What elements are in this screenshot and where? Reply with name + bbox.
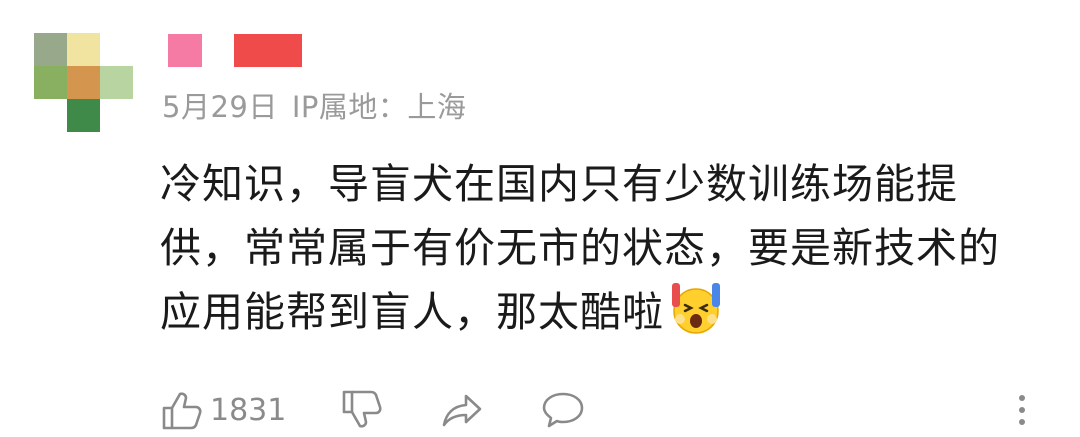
- ip-location: IP属地：上海: [291, 90, 467, 124]
- avatar-pixel: [67, 33, 100, 66]
- reply-button[interactable]: [540, 385, 586, 435]
- name-block-pink: [168, 34, 202, 67]
- avatar-pixel: [100, 66, 133, 99]
- share-button[interactable]: [440, 385, 484, 435]
- avatar-pixel: [34, 33, 67, 66]
- name-block-red: [234, 34, 302, 67]
- avatar-pixel: [67, 66, 100, 99]
- thumbs-up-icon: [162, 392, 202, 430]
- thumbs-down-icon: [342, 390, 382, 428]
- speech-bubble-icon: [542, 392, 584, 428]
- share-arrow-icon: [442, 394, 482, 427]
- like-count: 1831: [210, 392, 287, 428]
- more-vertical-icon: [1019, 395, 1025, 425]
- comment-line: 供，常常属于有价无市的状态，要是新技术的: [160, 224, 1000, 272]
- comment-date: 5月29日: [162, 90, 278, 124]
- user-avatar[interactable]: [34, 33, 134, 133]
- comment-body: 冷知识，导盲犬在国内只有少数训练场能提 供，常常属于有价无市的状态，要是新技术的…: [160, 152, 1040, 344]
- comment-action-bar: 1831: [0, 385, 1080, 435]
- like-button[interactable]: 1831: [160, 385, 286, 435]
- comment-line-last: 应用能帮到盲人，那太酷啦: [160, 280, 1040, 344]
- dislike-button[interactable]: [340, 385, 384, 435]
- avatar-pixel: [67, 99, 100, 132]
- comment-line-text: 应用能帮到盲人，那太酷啦: [160, 288, 664, 336]
- comment-meta: 5月29日 IP属地：上海: [162, 84, 466, 126]
- more-options-button[interactable]: [1010, 385, 1034, 435]
- shocked-face-emoji: [672, 283, 720, 334]
- comment-line: 冷知识，导盲犬在国内只有少数训练场能提: [160, 160, 958, 208]
- avatar-pixel: [34, 66, 67, 99]
